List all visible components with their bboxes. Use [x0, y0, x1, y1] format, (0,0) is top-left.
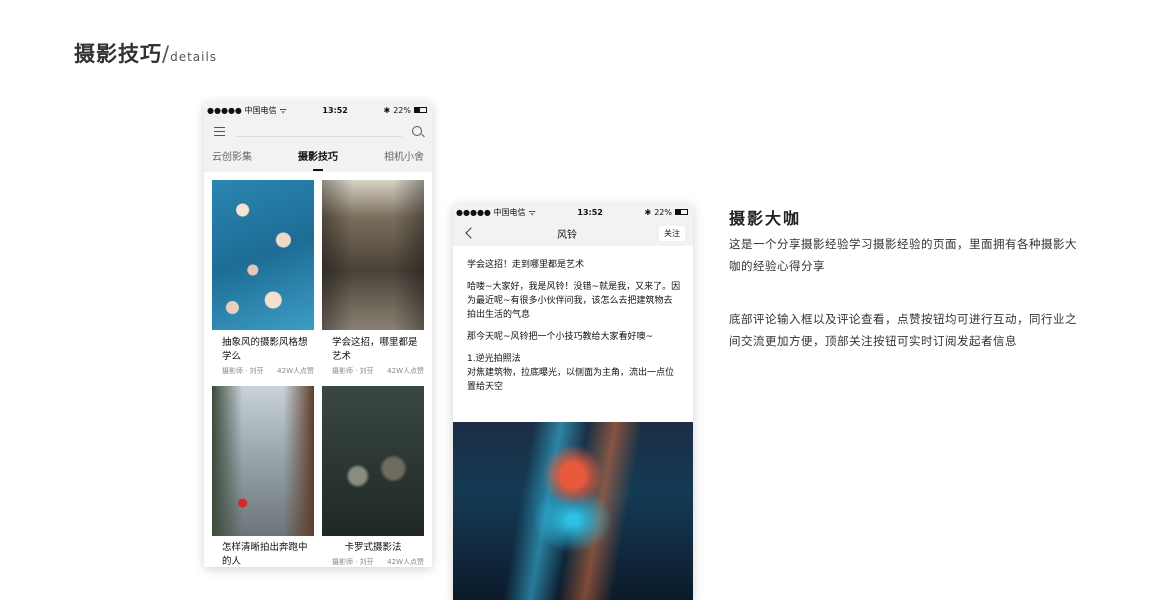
detail-nav-bar: 风铃 关注 — [453, 220, 693, 246]
bluetooth-icon: ✱ — [644, 207, 652, 217]
article-paragraph: 那今天呢~风铃把一个小技巧教给大家看好噢~ — [467, 332, 654, 342]
article-paragraph: 学会这招！走到哪里都是艺术 — [467, 260, 585, 270]
category-tabs: 云创影集 摄影技巧 相机小舍 — [204, 144, 432, 172]
battery-percent: 22% — [654, 207, 672, 217]
article-meta: 摄影师 · 刘芬 42W人点赞 — [332, 557, 424, 567]
status-bar: ●●●●● 中国电信 ᯤ 13:52 ✱ 22% — [204, 102, 432, 118]
wifi-icon: ᯤ — [528, 207, 536, 217]
article-card[interactable]: 学会这招，哪里都是艺术 摄影师 · 刘芬 42W人点赞 — [322, 180, 424, 386]
carrier-label: ●●●●● 中国电信 — [456, 207, 526, 217]
article-meta: 摄影师 · 刘芬 42W人点赞 — [222, 366, 314, 376]
page-title-main: 摄影技巧 — [74, 42, 162, 66]
article-card[interactable]: 抽象风的摄影风格想学么 摄影师 · 刘芬 42W人点赞 — [212, 180, 314, 386]
page-subtitle: details — [170, 50, 218, 64]
article-title[interactable]: 抽象风的摄影风格想学么 — [222, 336, 314, 364]
article-author: 摄影师 · 刘芬 — [332, 558, 374, 566]
tab-photo-tips[interactable]: 摄影技巧 — [298, 144, 338, 172]
article-card[interactable]: 怎样清晰拍出奔跑中的人 — [212, 386, 314, 567]
article-body: 学会这招！走到哪里都是艺术 哈喽~大家好，我是风铃！没错~就是我，又来了。因为最… — [453, 246, 693, 413]
battery-icon — [414, 107, 427, 113]
article-thumbnail[interactable] — [212, 180, 314, 330]
status-time: 13:52 — [322, 105, 348, 115]
menu-icon[interactable] — [214, 126, 225, 136]
article-thumbnail[interactable] — [322, 180, 424, 330]
search-icon[interactable] — [412, 126, 422, 136]
article-likes: 42W人点赞 — [387, 367, 424, 375]
wifi-icon: ᯤ — [279, 105, 287, 115]
status-time: 13:52 — [577, 207, 603, 217]
article-thumbnail[interactable] — [322, 386, 424, 536]
battery-icon — [675, 209, 688, 215]
article-likes: 42W人点赞 — [387, 558, 424, 566]
article-paragraph: 哈喽~大家好，我是风铃！没错~就是我，又来了。因为最近呢~有很多小伙伴问我，该怎… — [467, 282, 681, 320]
article-title[interactable]: 怎样清晰拍出奔跑中的人 — [222, 541, 314, 567]
tab-camera-shop[interactable]: 相机小舍 — [384, 144, 424, 172]
title-slash: / — [162, 42, 171, 66]
article-image — [453, 422, 693, 600]
phone-list-screen: ●●●●● 中国电信 ᯤ 13:52 ✱ 22% 云创影集 摄影技巧 相机小舍 … — [204, 102, 432, 567]
article-likes: 42W人点赞 — [277, 367, 314, 375]
status-bar: ●●●●● 中国电信 ᯤ 13:52 ✱ 22% — [453, 204, 693, 220]
detail-author-name: 风铃 — [557, 229, 577, 241]
article-meta: 摄影师 · 刘芬 42W人点赞 — [332, 366, 424, 376]
article-card[interactable]: 卡罗式摄影法 摄影师 · 刘芬 42W人点赞 — [322, 386, 424, 567]
search-input[interactable] — [235, 125, 402, 137]
section-description: 底部评论输入框以及评论查看，点赞按钮均可进行互动，同行业之间交流更加方便，顶部关… — [729, 312, 1077, 348]
article-thumbnail[interactable] — [212, 386, 314, 536]
battery-percent: 22% — [393, 105, 411, 115]
article-title[interactable]: 卡罗式摄影法 — [322, 541, 424, 555]
follow-button[interactable]: 关注 — [659, 225, 685, 241]
article-paragraph: 1.逆光拍照法 对焦建筑物，拉底曝光，以侧面为主角，流出一点位置给天空 — [467, 354, 675, 392]
section-description: 这是一个分享摄影经验学习摄影经验的页面，里面拥有各种摄影大咖的经验心得分享 — [729, 237, 1077, 273]
article-author: 摄影师 · 刘芬 — [332, 367, 374, 375]
tab-yunchuang[interactable]: 云创影集 — [212, 144, 252, 172]
article-grid: 抽象风的摄影风格想学么 摄影师 · 刘芬 42W人点赞 学会这招，哪里都是艺术 … — [204, 172, 432, 567]
article-title[interactable]: 学会这招，哪里都是艺术 — [332, 336, 424, 364]
carrier-label: ●●●●● 中国电信 — [207, 105, 277, 115]
article-author: 摄影师 · 刘芬 — [222, 367, 264, 375]
section-title: 摄影大咖 — [729, 209, 802, 228]
back-icon[interactable] — [465, 227, 477, 239]
page-title: 摄影技巧/details — [74, 38, 217, 68]
search-bar — [204, 118, 432, 144]
bluetooth-icon: ✱ — [383, 105, 391, 115]
phone-detail-screen: ●●●●● 中国电信 ᯤ 13:52 ✱ 22% 风铃 关注 学会这招！走到哪里… — [453, 204, 693, 600]
